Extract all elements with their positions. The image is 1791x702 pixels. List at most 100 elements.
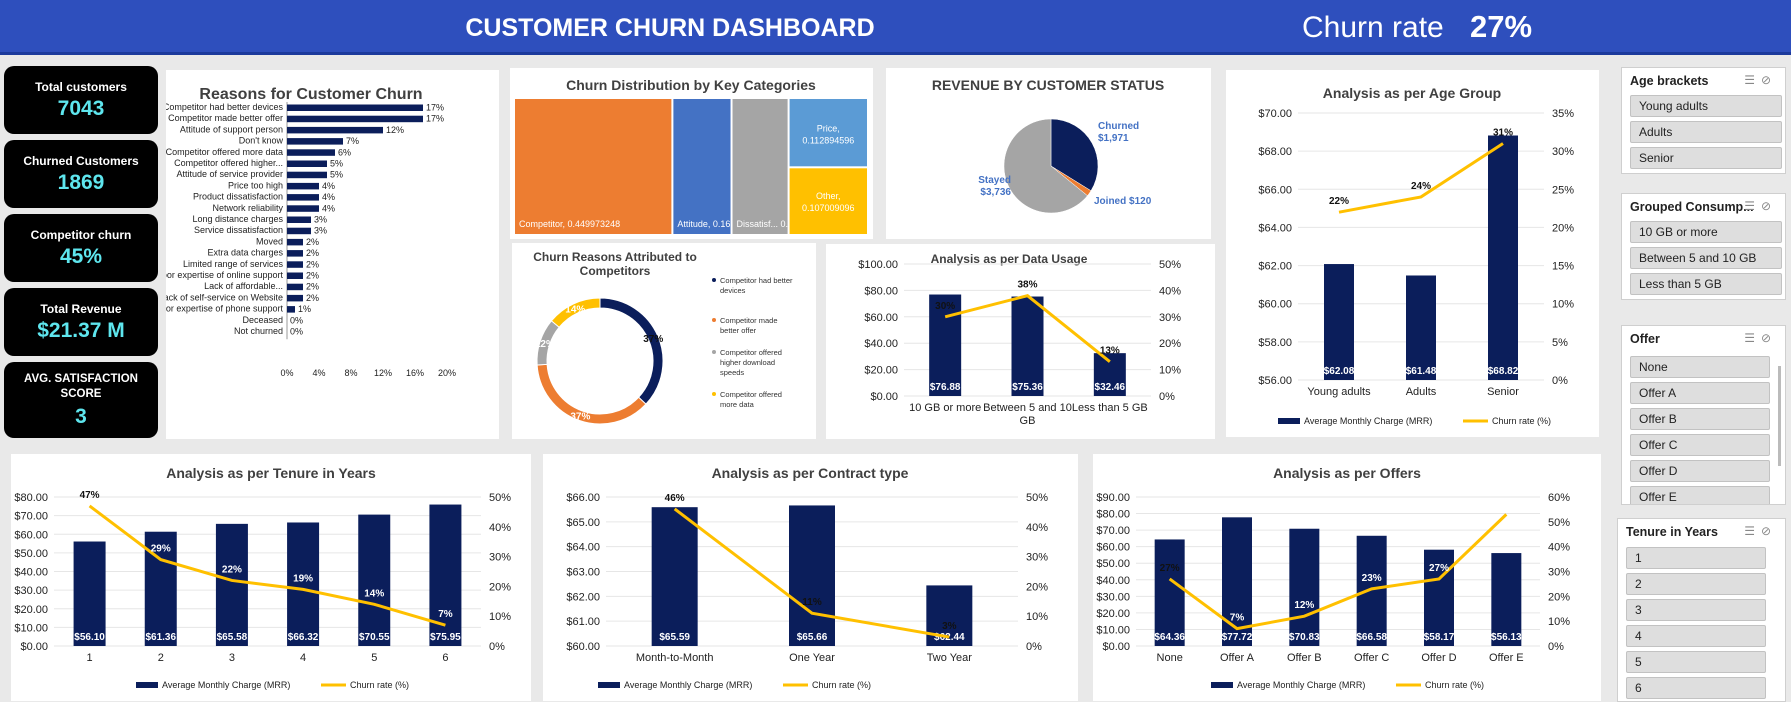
legend-label: Churn rate (%): [1492, 416, 1551, 426]
y2-tick-label: 20%: [489, 581, 511, 593]
data-usage-panel: Analysis as per Data Usage $0.00 $20.00 $40…: [826, 244, 1215, 439]
slicer-item[interactable]: Less than 5 GB: [1630, 273, 1782, 295]
chart-title: Analysis as per Tenure in Years: [166, 465, 376, 481]
slice-label: Stayed: [978, 175, 1011, 186]
category-label: Offer D: [1421, 652, 1456, 664]
slicer-item[interactable]: Adults: [1630, 121, 1782, 143]
data-label: 2%: [306, 248, 319, 258]
churn-line: [88, 504, 446, 627]
slicer-item[interactable]: None: [1630, 356, 1770, 378]
slicer-item[interactable]: 10 GB or more: [1630, 221, 1782, 243]
bar-value-label: $70.83: [1289, 632, 1320, 643]
y-tick-label: $90.00: [1096, 492, 1130, 504]
slicer-item[interactable]: 1: [1626, 547, 1766, 569]
slicer-item[interactable]: 2: [1626, 573, 1766, 595]
category-label: 4: [300, 652, 306, 664]
bar-value-label: $56.10: [74, 632, 105, 643]
bar: [287, 182, 319, 190]
slicer-item[interactable]: 4: [1626, 625, 1766, 647]
slice-label: Churned: [1098, 121, 1139, 132]
slicer-item[interactable]: Between 5 and 10 GB: [1630, 247, 1782, 269]
bar-value-label: $65.58: [217, 632, 248, 643]
treemap-label: Price,: [817, 124, 840, 134]
offers-panel: Analysis as per Offers $0.00 $10.00 $20.00 $…: [1093, 454, 1601, 701]
bar-value-label: $66.32: [288, 632, 319, 643]
y-tick-label: $50.00: [14, 548, 48, 560]
y-tick-label: $62.00: [1258, 261, 1292, 273]
churn-rate-label: Churn rate: [1302, 11, 1444, 44]
slicer-item[interactable]: Offer D: [1630, 460, 1770, 482]
legend-label: Average Monthly Charge (MRR): [624, 680, 752, 690]
category-label: Not churned: [234, 326, 283, 336]
bar: [287, 171, 327, 179]
category-label: Deceased: [242, 315, 283, 325]
y2-tick-label: 0%: [1552, 375, 1568, 387]
category-label: Attitude of service provider: [176, 169, 283, 179]
slicer-item[interactable]: 5: [1626, 651, 1766, 673]
bar-value-label: $64.36: [1154, 632, 1185, 643]
slicer-item[interactable]: Young adults: [1630, 95, 1782, 117]
y2-tick-label: 0%: [1159, 391, 1175, 403]
category-label: Two Year: [927, 652, 973, 664]
line-value-label: 13%: [1100, 346, 1120, 357]
slice-value: $1,971: [1098, 133, 1129, 144]
bar-value-label: $70.55: [359, 632, 390, 643]
data-label: 12%: [535, 339, 555, 350]
kpi-value: $21.37 M: [37, 319, 125, 342]
bar: [1154, 539, 1185, 646]
category-label: Competitor had better devices: [166, 102, 283, 112]
y2-tick-label: 35%: [1552, 108, 1574, 120]
line-value-label: 27%: [1429, 563, 1449, 574]
y2-tick-label: 50%: [1159, 259, 1181, 271]
slicer-item[interactable]: Offer C: [1630, 434, 1770, 456]
category-label: Limited range of services: [183, 259, 284, 269]
bar: [287, 126, 383, 134]
y2-tick-label: 40%: [1159, 285, 1181, 297]
slicer-item[interactable]: Offer B: [1630, 408, 1770, 430]
slicer-item[interactable]: Offer E: [1630, 486, 1770, 504]
category-label: Price too high: [228, 180, 283, 190]
y-tick-label: $66.00: [1258, 184, 1292, 196]
slicer-scrollbar[interactable]: [1778, 366, 1781, 466]
tenure-chart: Analysis as per Tenure in Years $0.00 $10.…: [14, 465, 511, 690]
contract-chart: Analysis as per Contract type $60.00 $61.0…: [566, 465, 1048, 690]
legend-label: Average Monthly Charge (MRR): [1304, 416, 1432, 426]
category-label: Young adults: [1307, 386, 1371, 398]
legend-marker: [1211, 682, 1233, 688]
treemap-label: 0.112894596: [802, 136, 854, 146]
multi-select-icon[interactable]: ☰⊘: [1744, 199, 1777, 213]
y-tick-label: $40.00: [1096, 575, 1130, 587]
bar: [287, 149, 335, 156]
bar: [287, 250, 303, 257]
multi-select-icon[interactable]: ☰⊘: [1744, 331, 1777, 345]
multi-select-icon[interactable]: ☰⊘: [1744, 73, 1777, 87]
y-tick-label: $70.00: [14, 511, 48, 523]
slicer-item[interactable]: 6: [1626, 677, 1766, 699]
category-label: Competitor made better offer: [168, 113, 283, 123]
y-tick-label: $60.00: [1258, 299, 1292, 311]
kpi-label: Total Revenue: [40, 302, 122, 316]
bar: [1324, 264, 1354, 380]
multi-select-icon[interactable]: ☰⊘: [1744, 524, 1777, 538]
slicer-item[interactable]: Senior: [1630, 147, 1782, 169]
bar: [287, 227, 311, 235]
line-value-label: 30%: [935, 301, 955, 312]
bar-value-label: $66.58: [1356, 632, 1387, 643]
slicer-offer: Offer ☰⊘ None Offer A Offer B Offer C Of…: [1621, 325, 1786, 505]
y2-tick-label: 25%: [1552, 184, 1574, 196]
line-value-label: 46%: [665, 493, 685, 504]
treemap-label: 0.107009096: [802, 203, 855, 213]
y-tick-label: $60.00: [566, 641, 600, 653]
category-label: 5: [371, 652, 377, 664]
chart-title: Analysis as per Age Group: [1323, 85, 1501, 101]
slicer-title: Grouped Consump...: [1630, 200, 1754, 214]
slicer-item[interactable]: 3: [1626, 599, 1766, 621]
category-label: Less than 5 GB: [1072, 402, 1148, 414]
kpi-total-revenue: Total Revenue $21.37 M: [4, 288, 158, 356]
reasons-panel: Reasons for Customer Churn 0% 4% 8% 12% 16% 20…: [155, 70, 499, 439]
data-label: 0%: [290, 327, 303, 337]
slicer-item[interactable]: Offer A: [1630, 382, 1770, 404]
category-label: 6: [442, 652, 448, 664]
kpi-label: Competitor churn: [30, 228, 132, 242]
data-label: 17%: [426, 103, 444, 113]
